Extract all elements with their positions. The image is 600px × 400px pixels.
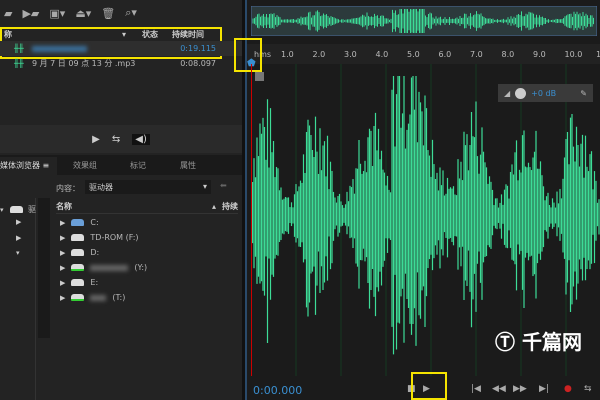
drive-icon [71, 249, 85, 256]
delete-icon[interactable]: 🗑 [101, 7, 115, 20]
header-name[interactable]: 称 [4, 29, 122, 40]
insert-icon[interactable]: ⏏▾ [75, 7, 91, 20]
ruler-tick: 3.0 [344, 50, 357, 59]
tab-media-browser[interactable]: 媒体浏览器 ≡ [0, 157, 58, 175]
waveform-icon: ╫╫ [14, 59, 24, 68]
drive-item[interactable]: ▶ C: [60, 215, 240, 230]
folder-tree [0, 198, 36, 400]
sort-icon[interactable]: ▾ [122, 30, 142, 39]
file-row[interactable]: ╫╫ 0:19.115 [0, 41, 242, 56]
ruler-tick: 1.0 [281, 50, 294, 59]
network-drive-icon [71, 294, 85, 301]
ruler-tick: 8.0 [501, 50, 515, 59]
search-icon[interactable]: ⌕▾ [125, 6, 137, 20]
waveform-icon: ╫╫ [14, 44, 24, 53]
current-time: 0:00.000 [253, 384, 303, 397]
scrollbar[interactable] [38, 198, 50, 338]
file-name: 9 月 7 日 09 点 13 分 .mp3 [32, 59, 136, 68]
tree-header: 名称 ▴ 持续 [56, 200, 238, 214]
gain-value[interactable]: +0 dB [531, 89, 556, 98]
loop-icon[interactable]: ⇆ [584, 384, 592, 394]
editor-panel: hms 1.02.03.04.05.06.07.08.09.010.011.0 … [234, 0, 600, 400]
file-duration: 0:08.097 [180, 59, 216, 68]
ruler-tick: 2.0 [312, 50, 326, 59]
content-label: 内容： [56, 184, 80, 193]
ruler-tick: 7.0 [470, 50, 483, 59]
ruler-tick: 5.0 [407, 50, 420, 59]
files-panel: ▰ ▶▰ ▣▾ ⏏▾ 🗑 ⌕▾ 称 ▾ 状态 持续时间 ╫╫ 0:19.115 … [0, 0, 242, 400]
drive-item[interactable]: ▶ (Y:) [60, 260, 240, 275]
header-duration[interactable]: 持续时间 [172, 29, 204, 40]
files-toolbar: ▰ ▶▰ ▣▾ ⏏▾ 🗑 ⌕▾ [4, 4, 137, 22]
file-name-redacted [32, 45, 87, 52]
play-button[interactable]: ▶ [423, 384, 430, 394]
fade-handle-icon[interactable] [255, 72, 264, 81]
rewind-icon[interactable]: ◀◀ [492, 384, 506, 394]
content-dropdown[interactable]: 驱动器 ▾ [85, 180, 211, 194]
ruler-tick: 6.0 [438, 50, 452, 59]
play-icon[interactable]: ▶ [92, 134, 100, 145]
back-icon[interactable]: ⬅ [220, 181, 227, 190]
network-drive-icon [71, 264, 85, 271]
hud-gain: ◢ +0 dB ✎ [498, 84, 593, 102]
watermark: Ⓣ 千篇网 [495, 330, 582, 354]
file-list-header: 称 ▾ 状态 持续时间 [0, 28, 242, 40]
drive-item[interactable]: ▶ E: [60, 275, 240, 290]
preview-controls: ▶ ⇆ ◀) [0, 125, 242, 153]
ruler-tick: 9.0 [533, 50, 546, 59]
drive-icon [71, 279, 85, 286]
tab-properties[interactable]: 属性 [172, 157, 204, 175]
pin-icon[interactable]: ✎ [580, 89, 587, 98]
ruler-tick: 4.0 [375, 50, 389, 59]
tab-markers[interactable]: 标记 [122, 157, 154, 175]
previous-icon[interactable]: |◀ [471, 384, 481, 394]
time-ruler[interactable] [247, 44, 600, 64]
windows-drive-icon [71, 219, 85, 226]
overview-waveform[interactable] [251, 6, 597, 36]
import-icon[interactable]: ▶▰ [22, 7, 39, 20]
new-file-icon[interactable]: ▣▾ [49, 7, 65, 20]
header-duration[interactable]: 持续 [222, 201, 238, 212]
file-duration: 0:19.115 [180, 44, 216, 53]
tab-effects[interactable]: 效果组 [65, 157, 105, 175]
next-icon[interactable]: ▶| [539, 384, 549, 394]
loop-icon[interactable]: ⇆ [112, 134, 120, 145]
file-row[interactable]: ╫╫ 9 月 7 日 09 点 13 分 .mp3 0:08.097 [0, 56, 242, 71]
volume-icon[interactable]: ◀) [132, 133, 150, 145]
sort-icon[interactable]: ▴ [212, 202, 216, 211]
ruler-tick: 10.0 [564, 50, 583, 59]
expand-icon[interactable]: ▾ [0, 206, 4, 214]
open-folder-icon[interactable]: ▰ [4, 7, 12, 20]
drive-icon [10, 206, 23, 213]
drive-item[interactable]: ▶ TD-ROM (F:) [60, 230, 240, 245]
header-name[interactable]: 名称 [56, 201, 72, 212]
tree-label: 驱 [28, 205, 36, 214]
expand-icon[interactable]: ▾ [16, 249, 20, 257]
drive-item[interactable]: ▶ (T:) [60, 290, 240, 305]
level-icon: ◢ [504, 88, 511, 98]
playhead-line [251, 64, 252, 376]
fast-forward-icon[interactable]: ▶▶ [513, 384, 527, 394]
cdrom-icon [71, 234, 85, 241]
drive-item[interactable]: ▶ D: [60, 245, 240, 260]
ruler-tick: 11.0 [596, 50, 600, 59]
gain-knob[interactable] [515, 87, 527, 99]
record-button[interactable]: ● [564, 384, 572, 394]
header-status[interactable]: 状态 [142, 29, 172, 40]
expand-icon[interactable]: ▶ [16, 218, 21, 226]
expand-icon[interactable]: ▶ [16, 234, 21, 242]
